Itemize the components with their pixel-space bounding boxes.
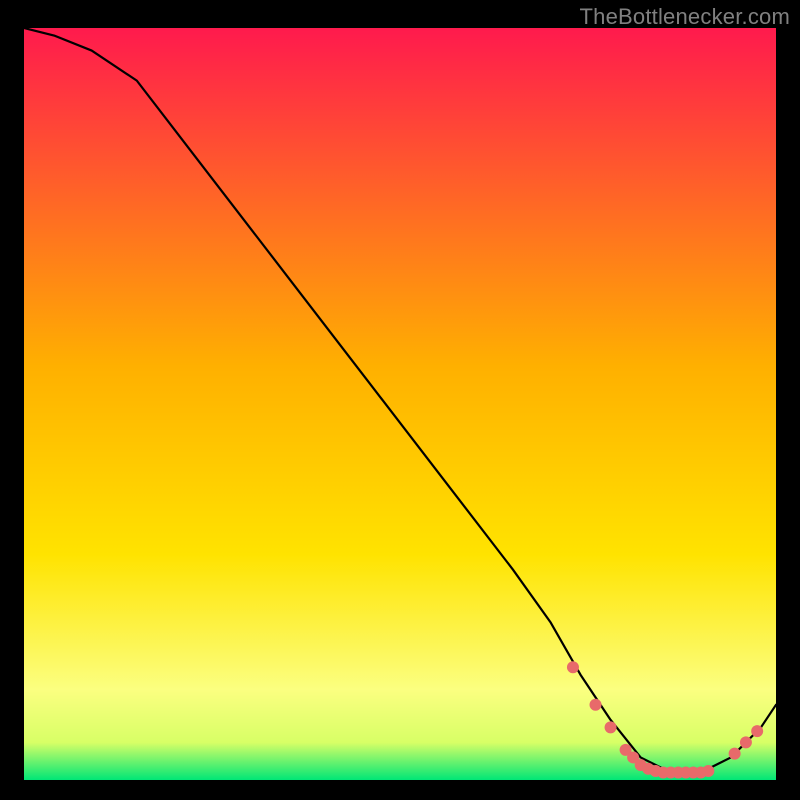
marker-point [729, 748, 741, 760]
marker-point [740, 736, 752, 748]
chart-plot-area [24, 28, 776, 780]
marker-point [751, 725, 763, 737]
watermark-text: TheBottlenecker.com [580, 4, 790, 30]
marker-point [605, 721, 617, 733]
chart-stage: TheBottlenecker.com [0, 0, 800, 800]
marker-point [590, 699, 602, 711]
marker-point [702, 765, 714, 777]
chart-svg [24, 28, 776, 780]
marker-point [567, 661, 579, 673]
gradient-background [24, 28, 776, 780]
